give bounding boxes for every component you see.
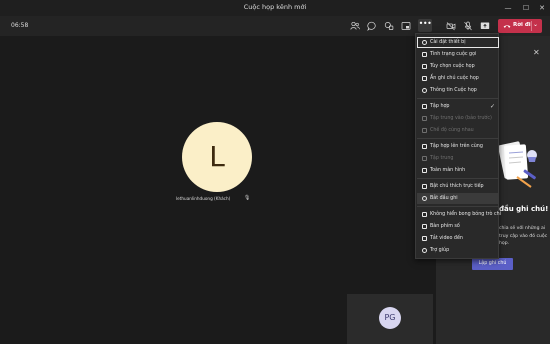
leave-button[interactable]: Rời đi ⌄ xyxy=(498,19,542,33)
self-avatar: PG xyxy=(379,307,401,329)
gear-icon xyxy=(422,40,427,45)
chat-icon[interactable] xyxy=(367,21,377,31)
notes-illustration xyxy=(498,141,537,188)
large-gallery-icon xyxy=(422,116,427,121)
pulse-icon xyxy=(422,52,427,57)
participant-avatar: L xyxy=(182,122,252,192)
leave-phone-icon xyxy=(503,25,511,28)
menu-divider xyxy=(417,138,499,139)
checkmark-icon: ✓ xyxy=(489,103,495,110)
menu-item-gallery[interactable]: Tập hợp ✓ xyxy=(417,101,499,112)
menu-divider xyxy=(417,178,499,179)
menu-item-large-gallery: Tập trung vào (bảo trước) xyxy=(417,113,499,124)
participant-name: lethuanlinhduong (Khách) xyxy=(176,196,231,201)
video-off-icon xyxy=(422,236,427,241)
menu-item-device-settings[interactable]: Cài đặt thiết bị xyxy=(417,37,499,48)
menu-item-start-recording[interactable]: Bắt đầu ghi xyxy=(417,193,499,204)
gallery-icon xyxy=(422,104,427,109)
menu-item-meeting-info[interactable]: Thông tin Cuộc họp xyxy=(417,85,499,96)
more-actions-menu: Cài đặt thiết bị Tình trạng cuộc gọi Tùy… xyxy=(415,33,501,259)
chat-bubble-off-icon xyxy=(422,212,427,217)
options-icon xyxy=(422,64,427,69)
meeting-timer: 06:58 xyxy=(11,22,29,29)
leave-divider xyxy=(531,21,532,31)
panel-description: chia sẻ với những ai truy cập vào đó cuộ… xyxy=(499,226,548,246)
take-notes-button[interactable]: Lập ghi chú xyxy=(472,258,513,270)
more-actions-icon: ••• xyxy=(418,19,432,28)
minimize-icon[interactable]: — xyxy=(503,3,513,13)
menu-item-meeting-options[interactable]: Tùy chọn cuộc họp xyxy=(417,61,499,72)
menu-item-full-screen[interactable]: Toàn màn hình xyxy=(417,165,499,176)
panel-close-icon[interactable]: ✕ xyxy=(533,49,541,57)
full-screen-icon xyxy=(422,168,427,173)
record-icon xyxy=(422,196,427,201)
title-bar: Cuộc họp kênh mới — ☐ ✕ xyxy=(0,0,550,16)
dial-pad-icon xyxy=(422,224,427,229)
menu-divider xyxy=(417,206,499,207)
share-tray-icon[interactable] xyxy=(401,21,411,31)
menu-divider xyxy=(417,98,499,99)
share-screen-icon[interactable] xyxy=(480,21,490,31)
help-icon xyxy=(422,248,427,253)
more-actions-button[interactable]: ••• xyxy=(418,19,432,32)
menu-item-live-captions[interactable]: Bật chú thích trực tiếp xyxy=(417,181,499,192)
together-mode-icon xyxy=(422,128,427,133)
gallery-top-icon xyxy=(422,144,427,149)
notes-icon xyxy=(422,76,427,81)
camera-off-icon[interactable] xyxy=(446,21,456,31)
leave-label: Rời đi xyxy=(513,22,531,28)
menu-item-focus: Tập trung xyxy=(417,153,499,164)
panel-heading: đầu ghi chú! xyxy=(499,205,549,213)
menu-item-hide-chat-bubbles[interactable]: Không hiển bong bóng trò chi xyxy=(417,209,501,220)
mic-off-icon[interactable] xyxy=(463,21,473,31)
leave-chevron-down-icon[interactable]: ⌄ xyxy=(533,21,538,28)
menu-item-meeting-notes[interactable]: Ấn ghi chú cuộc họp xyxy=(417,73,499,84)
maximize-icon[interactable]: ☐ xyxy=(521,3,531,13)
menu-item-together-mode: Chế độ cùng nhau xyxy=(417,125,499,136)
focus-icon xyxy=(422,156,427,161)
captions-icon xyxy=(422,184,427,189)
participants-icon[interactable] xyxy=(350,21,360,31)
menu-item-gallery-at-top[interactable]: Tập hợp lên trên cùng xyxy=(417,141,499,152)
menu-item-dial-pad[interactable]: Bàn phím số xyxy=(417,221,499,232)
reactions-icon[interactable] xyxy=(384,21,394,31)
info-icon xyxy=(422,88,427,93)
menu-item-call-health[interactable]: Tình trạng cuộc gọi xyxy=(417,49,499,60)
participant-mic-off-icon: 🎙 xyxy=(244,195,251,201)
close-window-icon[interactable]: ✕ xyxy=(537,3,547,13)
menu-item-turn-off-incoming-video[interactable]: Tắt video đến xyxy=(417,233,499,244)
menu-item-help[interactable]: Trợ giúp xyxy=(417,245,499,256)
window-title: Cuộc họp kênh mới xyxy=(243,3,307,11)
